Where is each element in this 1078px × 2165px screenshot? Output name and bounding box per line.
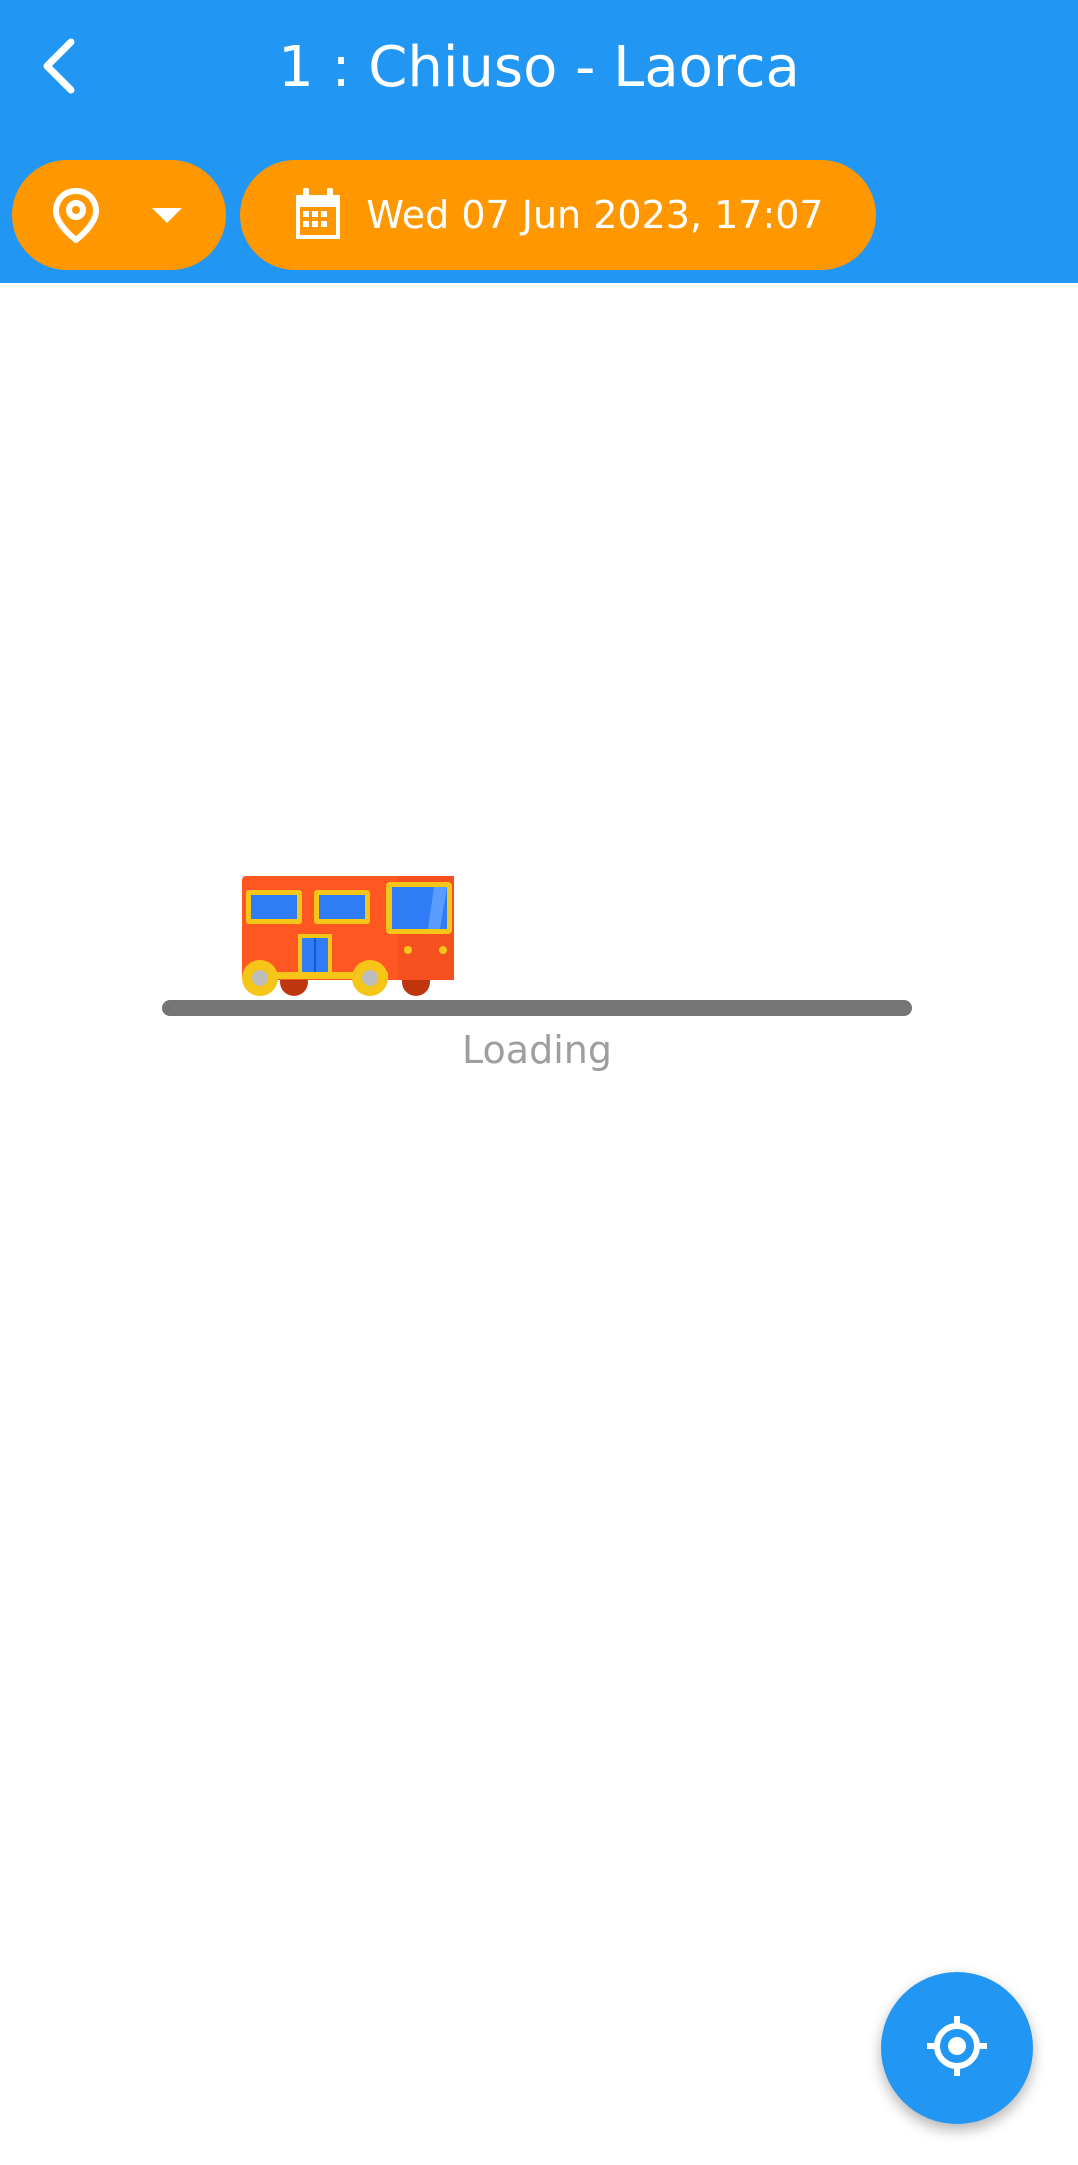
location-dropdown[interactable] — [12, 160, 226, 270]
back-button[interactable] — [24, 28, 96, 108]
route-screen: 1 : Chiuso - Laorca Wed 07 Jun 2023, 17:… — [0, 0, 1078, 2165]
calendar-icon — [292, 187, 344, 243]
date-time-picker[interactable]: Wed 07 Jun 2023, 17:07 — [240, 160, 876, 270]
chevron-left-icon — [37, 36, 83, 100]
my-location-button[interactable] — [881, 1972, 1033, 2124]
date-time-label: Wed 07 Jun 2023, 17:07 — [366, 193, 824, 237]
my-location-icon — [925, 2014, 989, 2082]
loading-track — [162, 1000, 912, 1016]
map-pin-icon — [50, 187, 102, 247]
caret-down-icon — [152, 208, 182, 228]
app-bar: 1 : Chiuso - Laorca Wed 07 Jun 2023, 17:… — [0, 0, 1078, 283]
page-title: 1 : Chiuso - Laorca — [278, 35, 800, 100]
bus-illustration — [238, 872, 458, 1004]
loading-indicator: Loading — [162, 860, 916, 1090]
loading-label: Loading — [462, 1028, 612, 1072]
